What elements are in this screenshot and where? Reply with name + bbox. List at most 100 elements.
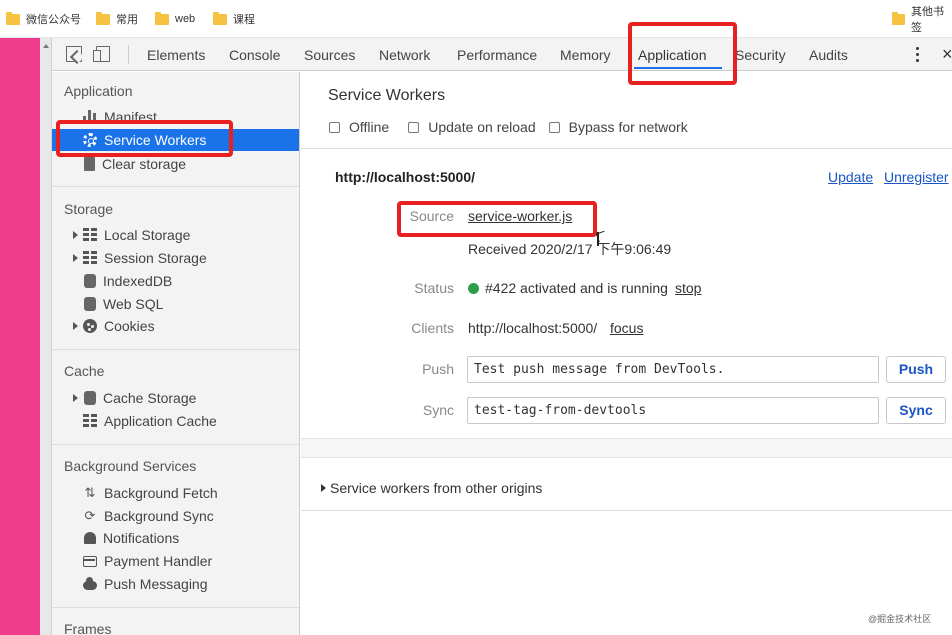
expand-arrow-icon[interactable] — [73, 394, 78, 402]
sync-icon: ⟳ — [84, 508, 96, 523]
sidebar-item-manifest[interactable]: Manifest — [52, 106, 299, 128]
tab-audits[interactable]: Audits — [809, 47, 848, 63]
sidebar-item-application-cache[interactable]: Application Cache — [52, 410, 299, 432]
sync-input[interactable]: test-tag-from-devtools — [467, 397, 879, 424]
tab-memory[interactable]: Memory — [560, 47, 611, 63]
inspect-element-icon[interactable] — [66, 46, 82, 62]
focus-link[interactable]: focus — [610, 320, 643, 336]
folder-icon — [213, 11, 227, 25]
card-icon — [83, 555, 97, 567]
sidebar-item-session-storage[interactable]: Session Storage — [52, 247, 299, 269]
offline-checkbox[interactable] — [329, 121, 340, 133]
expand-arrow-icon[interactable] — [73, 231, 78, 239]
unregister-link[interactable]: Unregister — [884, 169, 949, 185]
sidebar-section-storage: Storage — [64, 201, 114, 217]
active-tab-indicator — [634, 67, 722, 69]
tab-elements[interactable]: Elements — [147, 47, 205, 63]
sidebar-item-background-fetch[interactable]: ⇅ Background Fetch — [52, 482, 299, 504]
bottom-divider — [301, 510, 952, 511]
tab-network[interactable]: Network — [379, 47, 430, 63]
push-input[interactable]: Test push message from DevTools. — [467, 356, 879, 383]
document-icon — [84, 157, 95, 171]
scroll-up-icon[interactable] — [43, 44, 49, 48]
devtools-toolbar: Elements Console Sources Network Perform… — [52, 38, 952, 71]
gear-icon — [83, 133, 97, 147]
tab-performance[interactable]: Performance — [457, 47, 537, 63]
folder-icon — [155, 11, 169, 25]
bookmark-wechat[interactable]: 微信公众号 — [6, 11, 81, 27]
folder-icon — [96, 11, 110, 25]
stop-link[interactable]: stop — [675, 280, 701, 296]
sidebar-section-frames: Frames — [64, 621, 112, 635]
folder-icon — [6, 11, 20, 25]
other-origins-toggle[interactable]: Service workers from other origins — [321, 480, 542, 496]
folder-icon — [892, 11, 906, 25]
sidebar-item-notifications[interactable]: Notifications — [52, 527, 299, 549]
database-icon — [84, 297, 96, 311]
toolbar-divider — [128, 45, 129, 64]
worker-origin: http://localhost:5000/ — [335, 169, 476, 185]
expand-arrow-icon[interactable] — [73, 254, 78, 262]
section-separator — [301, 438, 952, 458]
sidebar-section-background-services: Background Services — [64, 458, 197, 474]
database-icon — [84, 274, 96, 288]
sidebar-item-push-messaging[interactable]: Push Messaging — [52, 573, 299, 595]
scrollbar[interactable] — [40, 38, 52, 635]
sidebar-item-cookies[interactable]: Cookies — [52, 315, 299, 337]
expand-arrow-icon[interactable] — [73, 322, 78, 330]
sidebar-item-background-sync[interactable]: ⟳ Background Sync — [52, 505, 299, 527]
bookmarks-bar: 微信公众号 常用 web 课程 其他书签 — [0, 0, 952, 38]
grid-icon — [83, 228, 97, 242]
header-divider — [301, 148, 952, 149]
watermark: @掘金技术社区 — [868, 614, 932, 624]
more-options-icon[interactable] — [916, 47, 920, 63]
status-label: Status — [414, 280, 454, 296]
sidebar-section-cache: Cache — [64, 363, 105, 379]
tab-sources[interactable]: Sources — [304, 47, 355, 63]
sidebar-item-local-storage[interactable]: Local Storage — [52, 224, 299, 246]
fetch-arrows-icon: ⇅ — [84, 485, 96, 500]
update-on-reload-label: Update on reload — [428, 119, 536, 135]
source-link[interactable]: service-worker.js — [468, 208, 572, 224]
status-dot-icon — [468, 283, 479, 294]
bookmark-other[interactable]: 其他书签 — [892, 6, 952, 34]
section-divider — [52, 444, 299, 445]
update-on-reload-checkbox[interactable] — [408, 121, 420, 133]
page-title: Service Workers — [328, 87, 446, 104]
sidebar-item-service-workers[interactable]: Service Workers — [52, 129, 299, 151]
bookmark-common[interactable]: 常用 — [96, 11, 138, 27]
received-time: Received 2020/2/17 下午9:06:49 — [468, 241, 672, 257]
tab-console[interactable]: Console — [229, 47, 280, 63]
section-divider — [52, 349, 299, 350]
sidebar-item-payment-handler[interactable]: Payment Handler — [52, 550, 299, 572]
page-background-strip — [0, 38, 40, 635]
update-link[interactable]: Update — [828, 169, 873, 185]
database-icon — [84, 391, 96, 405]
grid-icon — [83, 414, 97, 428]
device-toggle-icon[interactable] — [93, 46, 110, 62]
close-icon[interactable]: × — [942, 44, 952, 65]
expand-arrow-icon — [321, 484, 326, 492]
sidebar-item-cache-storage[interactable]: Cache Storage — [52, 387, 299, 409]
offline-label: Offline — [349, 119, 390, 135]
bell-icon — [84, 532, 96, 544]
push-button[interactable]: Push — [886, 356, 946, 383]
clients-value: http://localhost:5000/ — [468, 320, 598, 336]
sidebar-item-indexeddb[interactable]: IndexedDB — [52, 270, 299, 292]
source-label: Source — [409, 208, 454, 224]
bars-icon — [83, 110, 97, 124]
tab-security[interactable]: Security — [735, 47, 786, 63]
sidebar-item-clear-storage[interactable]: Clear storage — [52, 153, 299, 175]
sync-label: Sync — [422, 402, 454, 418]
sidebar-section-application: Application — [64, 83, 133, 99]
bookmark-web[interactable]: web — [155, 11, 195, 27]
sidebar-item-web-sql[interactable]: Web SQL — [52, 293, 299, 315]
bookmark-courses[interactable]: 课程 — [213, 11, 255, 27]
status-value: #422 activated and is running — [468, 280, 668, 296]
tab-application[interactable]: Application — [638, 47, 707, 63]
grid-icon — [83, 251, 97, 265]
sync-button[interactable]: Sync — [886, 397, 946, 424]
application-sidebar: Application Manifest Service Workers Cle… — [52, 72, 300, 635]
service-workers-panel: Service Workers Offline Update on reload… — [301, 72, 952, 635]
bypass-for-network-checkbox[interactable] — [548, 121, 560, 133]
